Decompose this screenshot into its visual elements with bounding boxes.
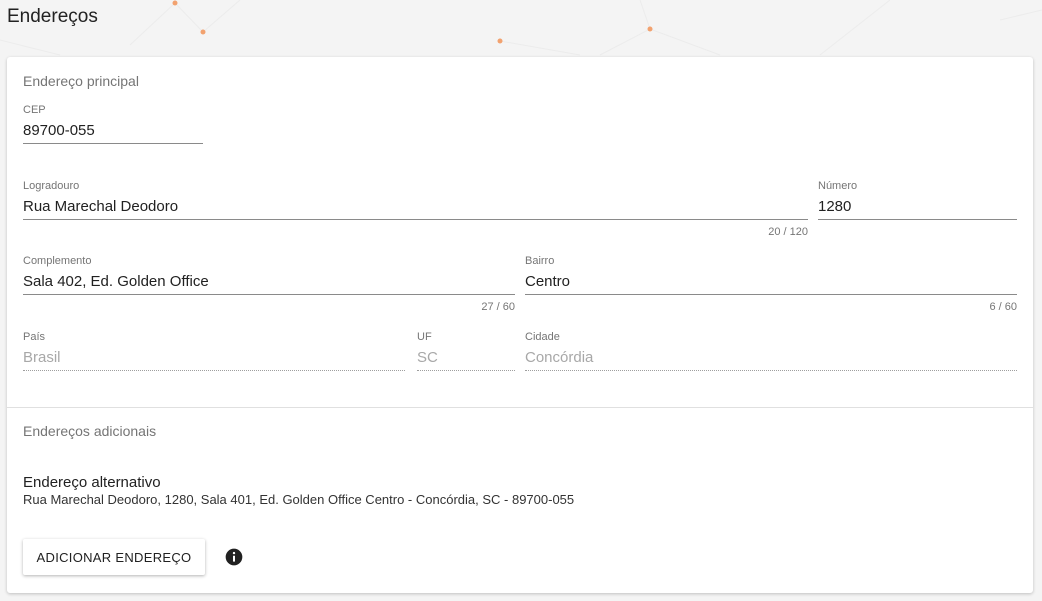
cidade-label: Cidade	[525, 331, 560, 343]
cep-input[interactable]	[23, 117, 203, 144]
alternative-address-line: Rua Marechal Deodoro, 1280, Sala 401, Ed…	[23, 492, 575, 507]
section-divider	[7, 407, 1033, 408]
complemento-counter: 27 / 60	[481, 301, 515, 313]
logradouro-input[interactable]	[23, 193, 808, 220]
uf-input	[417, 344, 515, 371]
addresses-card: Endereço principal CEP Logradouro 20 / 1…	[7, 57, 1033, 593]
info-icon[interactable]	[224, 547, 244, 567]
logradouro-label: Logradouro	[23, 180, 80, 192]
page-title: Endereços	[7, 6, 98, 27]
uf-label: UF	[417, 331, 432, 343]
complemento-input[interactable]	[23, 268, 515, 295]
cidade-input	[525, 344, 1017, 371]
pais-input	[23, 344, 405, 371]
cep-label: CEP	[23, 104, 46, 116]
main-address-section-title: Endereço principal	[23, 73, 139, 89]
pais-label: País	[23, 331, 46, 343]
additional-addresses-section-title: Endereços adicionais	[23, 423, 157, 439]
complemento-label: Complemento	[23, 255, 92, 267]
bairro-label: Bairro	[525, 255, 555, 267]
alternative-address-title: Endereço alternativo	[23, 474, 161, 491]
add-address-button[interactable]: ADICIONAR ENDEREÇO	[23, 539, 205, 575]
bairro-counter: 6 / 60	[989, 301, 1017, 313]
logradouro-counter: 20 / 120	[768, 226, 808, 238]
bairro-input[interactable]	[525, 268, 1017, 295]
numero-label: Número	[818, 180, 858, 192]
numero-input[interactable]	[818, 193, 1017, 220]
